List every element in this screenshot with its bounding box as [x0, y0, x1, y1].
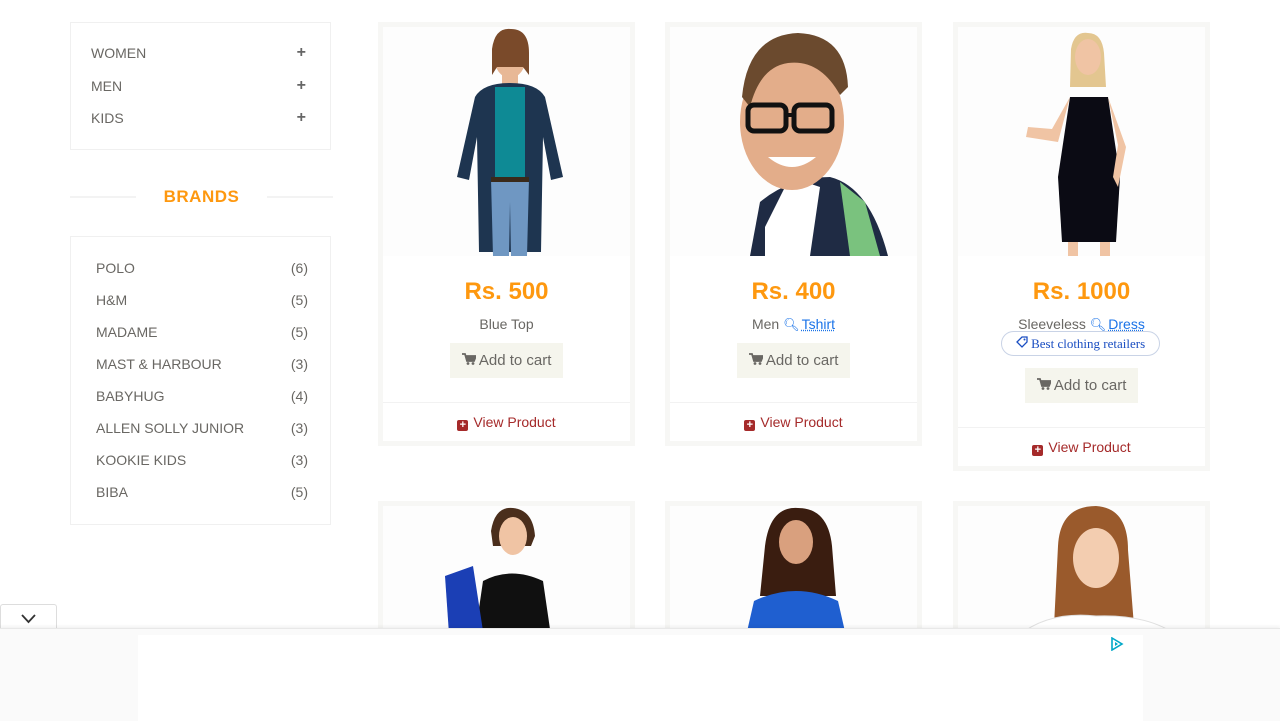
plus-square-icon: + [1032, 445, 1043, 456]
brand-count: (3) [291, 356, 308, 372]
product-keyword-link[interactable]: Tshirt [802, 316, 835, 332]
brand-name: MADAME [96, 324, 157, 340]
brand-item-kookie-kids[interactable]: KOOKIE KIDS (3) [96, 452, 308, 468]
cart-icon [1037, 377, 1051, 394]
add-to-cart-label: Add to cart [766, 352, 839, 369]
plus-icon[interactable]: + [297, 44, 306, 62]
product-name: Men 🔍︎ Tshirt [670, 316, 917, 333]
category-women[interactable]: WOMEN + [91, 45, 306, 61]
brand-name: MAST & HARBOUR [96, 356, 222, 372]
ad-keyword-label: Best clothing retailers [1031, 336, 1145, 351]
category-label: MEN [91, 78, 122, 94]
plus-square-icon: + [457, 420, 468, 431]
chevron-down-icon[interactable] [21, 611, 36, 629]
product-card: Rs. 1000 Sleeveless 🔍︎ Dress Best clothin… [953, 22, 1210, 471]
brand-count: (5) [291, 484, 308, 500]
product-price: Rs. 400 [670, 278, 917, 306]
product-name-text: Sleeveless [1018, 316, 1086, 332]
brand-item-mast-harbour[interactable]: MAST & HARBOUR (3) [96, 356, 308, 372]
ad-collapse-tab[interactable] [0, 604, 57, 630]
brands-heading: BRANDS [70, 185, 333, 209]
add-to-cart-label: Add to cart [1054, 377, 1127, 394]
brand-count: (5) [291, 324, 308, 340]
brand-count: (6) [291, 260, 308, 276]
brand-name: BIBA [96, 484, 128, 500]
brand-count: (3) [291, 452, 308, 468]
brand-item-babyhug[interactable]: BABYHUG (4) [96, 388, 308, 404]
product-image [958, 506, 1205, 636]
brand-count: (5) [291, 292, 308, 308]
product-card [665, 501, 922, 641]
plus-square-icon: + [744, 420, 755, 431]
plus-icon[interactable]: + [297, 109, 306, 127]
product-card [953, 501, 1210, 641]
product-image [383, 506, 630, 636]
brand-count: (3) [291, 420, 308, 436]
brand-item-madame[interactable]: MADAME (5) [96, 324, 308, 340]
brand-name: KOOKIE KIDS [96, 452, 186, 468]
category-label: KIDS [91, 110, 124, 126]
view-product-label: View Product [1048, 439, 1130, 455]
view-product-label: View Product [473, 414, 555, 430]
view-product-link[interactable]: + View Product [383, 414, 630, 431]
product-name: Blue Top [383, 316, 630, 332]
product-price: Rs. 500 [383, 278, 630, 306]
product-card: Rs. 400 Men 🔍︎ Tshirt Add to cart + View P… [665, 22, 922, 446]
search-icon: 🔍︎ [1090, 317, 1107, 332]
ad-banner [0, 628, 1280, 721]
view-product-link[interactable]: + View Product [670, 414, 917, 431]
ad-content[interactable] [138, 635, 1143, 721]
card-divider [670, 402, 917, 403]
brand-name: ALLEN SOLLY JUNIOR [96, 420, 244, 436]
category-label: WOMEN [91, 45, 146, 61]
product-keyword-link[interactable]: Dress [1108, 316, 1145, 332]
card-divider [383, 402, 630, 403]
category-panel: WOMEN + MEN + KIDS + [70, 22, 331, 150]
product-image [670, 27, 917, 256]
plus-icon[interactable]: + [297, 77, 306, 95]
add-to-cart-button[interactable]: Add to cart [1025, 368, 1138, 403]
product-image [958, 27, 1205, 256]
category-kids[interactable]: KIDS + [91, 110, 306, 126]
product-card [378, 501, 635, 641]
add-to-cart-button[interactable]: Add to cart [450, 343, 563, 378]
search-icon: 🔍︎ [783, 317, 800, 332]
brand-count: (4) [291, 388, 308, 404]
product-image [383, 27, 630, 256]
adchoices-icon[interactable] [1110, 637, 1124, 656]
product-price: Rs. 1000 [958, 278, 1205, 306]
brand-list: POLO (6) H&M (5) MADAME (5) MAST & HARBOUR (… [70, 236, 331, 525]
view-product-label: View Product [760, 414, 842, 430]
add-to-cart-label: Add to cart [479, 352, 552, 369]
product-card: Rs. 500 Blue Top Add to cart + View Produ… [378, 22, 635, 446]
tag-icon [1016, 336, 1028, 351]
cart-icon [462, 352, 476, 369]
ad-keyword-pill[interactable]: Best clothing retailers [1001, 331, 1160, 356]
category-men[interactable]: MEN + [91, 78, 306, 94]
brand-item-hm[interactable]: H&M (5) [96, 292, 308, 308]
view-product-link[interactable]: + View Product [958, 439, 1205, 456]
product-image [670, 506, 917, 636]
add-to-cart-button[interactable]: Add to cart [737, 343, 850, 378]
brand-name: BABYHUG [96, 388, 164, 404]
cart-icon [749, 352, 763, 369]
product-name-text: Blue Top [479, 316, 533, 332]
brand-item-polo[interactable]: POLO (6) [96, 260, 308, 276]
brand-item-biba[interactable]: BIBA (5) [96, 484, 308, 500]
card-divider [958, 427, 1205, 428]
product-name-text: Men [752, 316, 779, 332]
brand-name: H&M [96, 292, 127, 308]
brands-title: BRANDS [70, 187, 333, 207]
brand-item-allen-solly-junior[interactable]: ALLEN SOLLY JUNIOR (3) [96, 420, 308, 436]
brand-name: POLO [96, 260, 135, 276]
